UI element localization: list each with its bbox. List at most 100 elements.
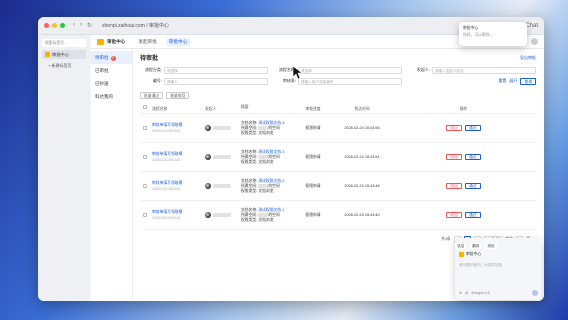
filter-label: 编号:	[152, 78, 162, 83]
doc-link[interactable]: 测试权限文档-4	[258, 121, 284, 125]
quick-summary-button[interactable]: 总结	[455, 243, 467, 249]
back-icon[interactable]: ‹	[73, 22, 75, 29]
approve-button[interactable]: 通过	[465, 125, 481, 131]
model-selector[interactable]: Autoglm-4.5	[471, 291, 489, 295]
reject-button[interactable]: 驳回	[446, 125, 462, 131]
space-value: 的空间	[268, 212, 280, 217]
pending-count-badge: 3	[110, 56, 116, 61]
col-initiator: 发起人	[205, 107, 217, 111]
flow-name-link[interactable]: 审核单填写领取模	[152, 181, 205, 186]
table-row: 审核单填写领取模 2026022310001004 文档名称: 测试权限文档-1 …	[140, 201, 536, 230]
approve-button[interactable]: 通过	[465, 212, 481, 218]
flow-name-link[interactable]: 审核单填写领取模	[152, 210, 205, 215]
export-button[interactable]: 导出审批	[520, 55, 536, 61]
time-cell: 2026-02-24 15:43:51	[344, 155, 380, 159]
minimize-icon[interactable]	[52, 23, 57, 28]
doc-link[interactable]: 测试权限文档-1	[258, 208, 284, 212]
batch-actions: 批量通过 批量驳回	[140, 92, 536, 99]
row-checkbox[interactable]	[143, 213, 147, 217]
summary-label: 所属空间:	[241, 125, 258, 130]
space-redacted	[258, 154, 269, 159]
search-button[interactable]: 查询	[520, 77, 536, 85]
chat-footer: ⊕ @ Autoglm-4.5	[459, 290, 538, 296]
address-bar[interactable]: shenpi.zaihoai.com / 审批中心	[98, 21, 218, 31]
space-redacted	[258, 125, 269, 130]
category-select[interactable]: 请选择	[164, 66, 268, 74]
initiator-input[interactable]: 请输入发起人姓名	[432, 66, 536, 74]
expand-button[interactable]: 展开	[509, 78, 517, 84]
browser-nav: ‹ › ↻	[73, 22, 92, 29]
row-checkbox[interactable]	[143, 184, 147, 188]
tab-initiate[interactable]: 发起审批	[135, 38, 159, 46]
filter-initiator: 发起人: 请输入发起人姓名	[408, 66, 536, 74]
col-summary: 摘要	[241, 105, 249, 109]
nav-pending[interactable]: 待审批 3	[91, 51, 132, 64]
assistant-popup[interactable]: 审批中心 你好，可以帮你...	[459, 22, 527, 46]
quick-translate-button[interactable]: 翻译	[470, 243, 482, 249]
flow-number: 2026022310001004	[152, 216, 181, 220]
filter-form: 流程分类: 请选择 流程名称: 请选择 发起人: 请输入发起人姓名 编号: 请输入 审核…	[140, 66, 536, 85]
reject-button[interactable]: 驳回	[446, 212, 462, 218]
table-row: 审核单填写领取模 2026022310001003 文档名称: 测试权限文档-2 …	[140, 172, 536, 201]
progress-cell: 权限申请	[305, 183, 321, 188]
window-controls[interactable]	[44, 23, 65, 28]
initiator-avatar	[205, 154, 211, 160]
forward-icon[interactable]: ›	[80, 22, 82, 29]
table-row: 审核单填写领取模 2026022310001001 文档名称: 测试权限文档-4 …	[140, 114, 536, 143]
initiator-avatar	[205, 212, 211, 218]
select-all-checkbox[interactable]	[143, 105, 147, 109]
initiator-name-redacted	[213, 155, 231, 159]
approve-button[interactable]: 通过	[465, 183, 481, 189]
attach-icon[interactable]: ⊕	[459, 291, 462, 295]
chat-button[interactable]: Chat	[525, 23, 538, 29]
batch-reject-button[interactable]: 批量驳回	[166, 92, 190, 99]
new-tab-button[interactable]: + 新建标签页	[42, 63, 86, 69]
batch-approve-button[interactable]: 批量通过	[140, 92, 164, 99]
summary-label: 权限类型:	[241, 188, 258, 193]
progress-cell: 权限申请	[305, 212, 321, 217]
reject-button[interactable]: 驳回	[446, 154, 462, 160]
nav-mine[interactable]: 科达我的	[91, 90, 132, 103]
nav-approved[interactable]: 已审批	[91, 64, 132, 77]
col-flow-name: 流程名称	[152, 107, 168, 111]
col-actions: 操作	[459, 107, 468, 111]
flow-name-link[interactable]: 审核单填写领取模	[152, 123, 205, 128]
table-body: 审核单填写领取模 2026022310001001 文档名称: 测试权限文档-4 …	[140, 114, 536, 230]
filter-number: 编号: 请输入	[140, 77, 268, 85]
app-brand: 审批中心	[97, 38, 125, 45]
chat-quick-actions: 总结 翻译 润色	[455, 243, 497, 249]
reject-button[interactable]: 驳回	[446, 183, 462, 189]
sidebar-tab-approval[interactable]: 审批中心	[42, 50, 86, 59]
reset-button[interactable]: 重置	[498, 78, 506, 84]
flow-name-select[interactable]: 请选择	[298, 66, 402, 74]
flow-name-link[interactable]: 审核单填写领取模	[152, 152, 205, 157]
tab-search-input[interactable]: 搜索标签页...	[42, 39, 86, 47]
close-icon[interactable]	[44, 23, 49, 28]
progress-cell: 权限申请	[305, 125, 321, 130]
reload-icon[interactable]: ↻	[87, 22, 92, 29]
row-checkbox[interactable]	[143, 155, 147, 159]
maximize-icon[interactable]	[60, 23, 65, 28]
doc-link[interactable]: 测试权限文档-3	[258, 150, 284, 154]
flow-number: 2026022310001002	[152, 158, 181, 162]
nav-cc[interactable]: 已抄送	[91, 77, 132, 90]
approve-button[interactable]: 通过	[465, 154, 481, 160]
quick-polish-button[interactable]: 润色	[485, 243, 497, 249]
avatar[interactable]	[531, 38, 538, 45]
mention-icon[interactable]: @	[465, 291, 468, 295]
number-input[interactable]: 请输入	[164, 77, 268, 85]
initiator-avatar	[205, 183, 211, 189]
row-checkbox[interactable]	[143, 126, 147, 130]
chat-input[interactable]: 有问题尽管问，@插件技能	[459, 263, 502, 268]
initiator-name-redacted	[213, 126, 231, 130]
summary-label: 文档名称:	[241, 120, 258, 125]
tab-approval-center[interactable]: 审批中心	[165, 37, 191, 46]
filter-label: 发起人:	[416, 67, 430, 72]
audit-input[interactable]: 请输入用户或者编号	[298, 77, 402, 85]
send-icon[interactable]	[532, 290, 538, 296]
popup-text: 你好，可以帮你...	[463, 33, 493, 37]
chat-context-label: 审批中心	[466, 252, 482, 256]
doc-link[interactable]: 测试权限文档-2	[258, 179, 284, 183]
summary-label: 所属空间:	[241, 183, 258, 188]
flow-number: 2026022310001003	[152, 187, 181, 191]
